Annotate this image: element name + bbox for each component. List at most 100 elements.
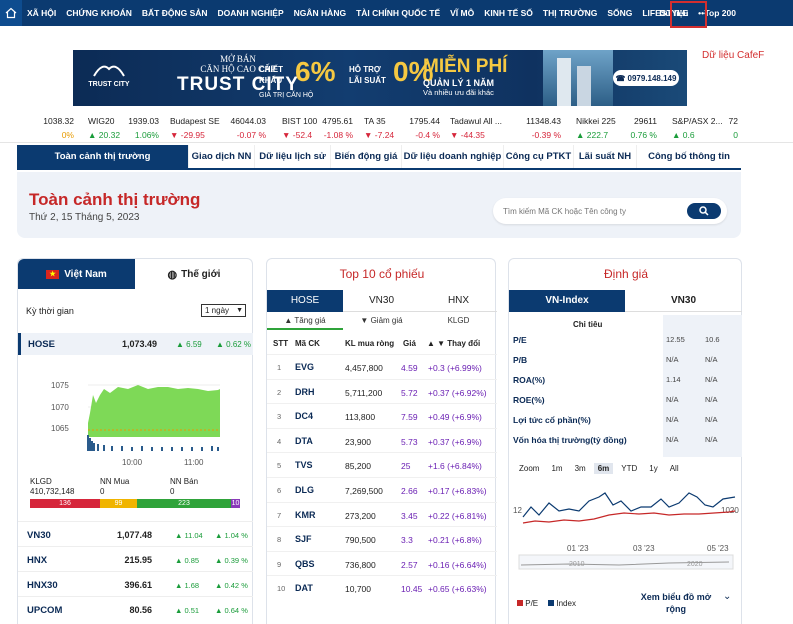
- ticker-name: Nikkei 225: [576, 116, 616, 126]
- home-button[interactable]: [0, 0, 22, 26]
- exchange-tab-vn30[interactable]: VN30: [343, 290, 420, 312]
- ticker-item[interactable]: BIST 100 4795.61 ▼ -52.4 -1.08 %: [282, 113, 357, 143]
- ticker-percent: 0.76 %: [631, 130, 657, 140]
- stock-symbol[interactable]: DAT: [295, 583, 313, 593]
- metric-value-2023: N/A: [666, 415, 679, 424]
- tab-company-data[interactable]: Dữ liệu doanh nghiệp: [402, 145, 504, 168]
- search-box: [493, 198, 727, 224]
- search-input[interactable]: [503, 202, 673, 220]
- stock-symbol[interactable]: DTA: [295, 436, 313, 446]
- ticker-item[interactable]: WIG20 1939.03 ▲ 20.32 1.06%: [88, 113, 163, 143]
- stock-symbol[interactable]: SJF: [295, 534, 312, 544]
- page-header: Toàn cảnh thị trường Thứ 2, 15 Tháng 5, …: [17, 172, 741, 238]
- table-row[interactable]: 8 SJF 790,500 3.3 +0.21 (+6.8%): [267, 526, 497, 551]
- tab-ta-tools[interactable]: Công cụ PTKT: [504, 145, 574, 168]
- table-row[interactable]: 6 DLG 7,269,500 2.66 +0.17 (+6.83%): [267, 476, 497, 502]
- table-row[interactable]: 5 TVS 85,200 25 +1.6 (+6.84%): [267, 452, 497, 477]
- stock-symbol[interactable]: KMR: [295, 510, 316, 520]
- stock-symbol[interactable]: QBS: [295, 559, 315, 569]
- table-row[interactable]: 2 DRH 5,711,200 5.72 +0.37 (+6.92%): [267, 378, 497, 404]
- stock-symbol[interactable]: DC4: [295, 411, 313, 421]
- zoom-button[interactable]: All: [666, 463, 683, 474]
- table-row[interactable]: 1 EVG 4,457,800 4.59 +0.3 (+6.99%): [267, 354, 497, 379]
- tab-disclosures[interactable]: Công bố thông tin: [637, 145, 741, 168]
- legend-item-index[interactable]: Index: [548, 599, 576, 608]
- tab-foreign-trading[interactable]: Giao dịch NN: [189, 145, 255, 168]
- ticker-item[interactable]: Nikkei 225 29611 ▲ 222.7 0.76 %: [576, 113, 661, 143]
- expand-chart-link[interactable]: Xem biểu đồ mở rộng: [633, 591, 719, 615]
- zoom-button[interactable]: 1y: [645, 463, 661, 474]
- table-row[interactable]: 9 QBS 736,800 2.57 +0.16 (+6.64%): [267, 550, 497, 576]
- row-index: 4: [277, 436, 282, 446]
- row-index: 5: [277, 461, 282, 471]
- stock-symbol[interactable]: DLG: [295, 485, 314, 495]
- nav-item[interactable]: NGÂN HÀNG: [289, 8, 351, 18]
- col-header: STT: [273, 339, 289, 348]
- exchange-tab-hose[interactable]: HOSE: [267, 290, 343, 312]
- zoom-button[interactable]: 3m: [571, 463, 590, 474]
- ticker-change-value: ▼ -52.4: [282, 130, 313, 140]
- zoom-button[interactable]: YTD: [617, 463, 641, 474]
- nav-item[interactable]: BẤT ĐỘNG SẢN: [137, 8, 213, 18]
- klgd-label: KLGD: [30, 477, 52, 486]
- price-change: +0.17 (+6.83%): [428, 485, 487, 496]
- index-row[interactable]: VN30 1,077.48 ▲ 11.04 ▲ 1.04 %: [18, 521, 253, 546]
- stock-symbol[interactable]: EVG: [295, 362, 314, 372]
- stock-symbol[interactable]: DRH: [295, 387, 315, 397]
- ticker-change: ▲ 0.6: [672, 130, 695, 140]
- stock-symbol[interactable]: TVS: [295, 460, 313, 470]
- ticker-item[interactable]: Tadawul All ... 11348.43 ▼ -44.35 -0.39 …: [450, 113, 565, 143]
- table-row[interactable]: 3 DC4 113,800 7.59 +0.49 (+6.9%): [267, 403, 497, 428]
- filter-volume[interactable]: KLGD: [420, 316, 497, 325]
- tab-vietnam[interactable]: ★ Việt Nam: [18, 259, 135, 289]
- tab-vn30[interactable]: VN30: [625, 290, 742, 312]
- table-row[interactable]: 4 DTA 23,900 5.73 +0.37 (+6.9%): [267, 427, 497, 453]
- nav-item[interactable]: CHỨNG KHOÁN: [61, 8, 137, 18]
- ad-phone-button[interactable]: ☎ 0979.148.149: [613, 70, 679, 86]
- nav-item[interactable]: XÃ HỘI: [22, 8, 61, 18]
- nav-item[interactable]: KINH TẾ SỐ: [479, 8, 538, 18]
- chevron-down-icon[interactable]: ⌄: [723, 591, 731, 602]
- zoom-buttons: 1m 3m 6m YTD 1y All: [547, 463, 682, 474]
- filter-losers[interactable]: ▼ Giảm giá: [343, 316, 420, 325]
- main-index-row[interactable]: HOSE 1,073.49 ▲ 6.59 ▲ 0.62 %: [18, 333, 253, 355]
- ticker-item[interactable]: S&P/ASX 2... 72 ▲ 0.6 0: [672, 113, 742, 143]
- table-row[interactable]: 7 KMR 273,200 3.45 +0.22 (+6.81%): [267, 501, 497, 527]
- period-select[interactable]: 1 ngày ▼: [201, 304, 246, 317]
- logo-mark-icon: [93, 65, 125, 77]
- index-row[interactable]: HNX30 396.61 ▲ 1.68 ▲ 0.42 %: [18, 571, 253, 596]
- tab-interest-rates[interactable]: Lãi suất NH: [574, 145, 637, 168]
- search-button[interactable]: [687, 203, 721, 219]
- index-value: 80.56: [129, 605, 152, 615]
- zoom-button[interactable]: 6m: [593, 463, 614, 474]
- advertisement-banner[interactable]: TRUST CITY MỞ BÁN CĂN HỘ CAO CẤP TRUST C…: [73, 50, 687, 106]
- filter-gainers[interactable]: ▲ Tăng giá: [267, 316, 343, 330]
- ticker-item[interactable]: 1038.32 0%: [8, 113, 78, 143]
- nav-item[interactable]: SỐNG: [602, 8, 637, 18]
- nav-item[interactable]: VĨ MÔ: [445, 8, 479, 18]
- tab-history[interactable]: Dữ liệu lịch sử: [255, 145, 331, 168]
- ticker-item[interactable]: Budapest SE 46044.03 ▼ -29.95 -0.07 %: [170, 113, 270, 143]
- exchange-tab-hnx[interactable]: HNX: [420, 290, 497, 312]
- nav-item[interactable]: TÀI CHÍNH QUỐC TẾ: [351, 8, 445, 18]
- nav-item[interactable]: DOANH NGHIỆP: [213, 8, 289, 18]
- ticker-percent: -0.07 %: [237, 130, 266, 140]
- zoom-button[interactable]: 1m: [547, 463, 566, 474]
- chart-y-tick: 1020: [721, 506, 739, 515]
- ticker-item[interactable]: TA 35 1795.44 ▼ -7.24 -0.4 %: [364, 113, 444, 143]
- index-row[interactable]: HNX 215.95 ▲ 0.85 ▲ 0.39 %: [18, 546, 253, 571]
- net-buy-volume: 85,200: [345, 461, 371, 472]
- ticker-price: 1038.32: [43, 116, 74, 126]
- index-row[interactable]: UPCOM 80.56 ▲ 0.51 ▲ 0.64 %: [18, 596, 253, 621]
- legend-item-pe[interactable]: P/E: [517, 599, 538, 608]
- tab-world[interactable]: ◍ Thế giới: [135, 259, 253, 289]
- ad-line: MỞ BÁN: [220, 54, 256, 64]
- tab-vnindex[interactable]: VN-Index: [509, 290, 625, 312]
- tab-market-overview[interactable]: Toàn cảnh thị trường: [17, 145, 189, 168]
- valuation-row: P/B N/A N/A: [509, 353, 742, 373]
- tab-price-changes[interactable]: Biến động giá: [331, 145, 402, 168]
- chart-y-tick: 1065: [51, 424, 69, 433]
- nav-item[interactable]: THỊ TRƯỜNG: [538, 8, 602, 18]
- ticker-value: 72: [728, 116, 738, 126]
- table-row[interactable]: 10 DAT 10,700 10.45 +0.65 (+6.63%): [267, 575, 497, 600]
